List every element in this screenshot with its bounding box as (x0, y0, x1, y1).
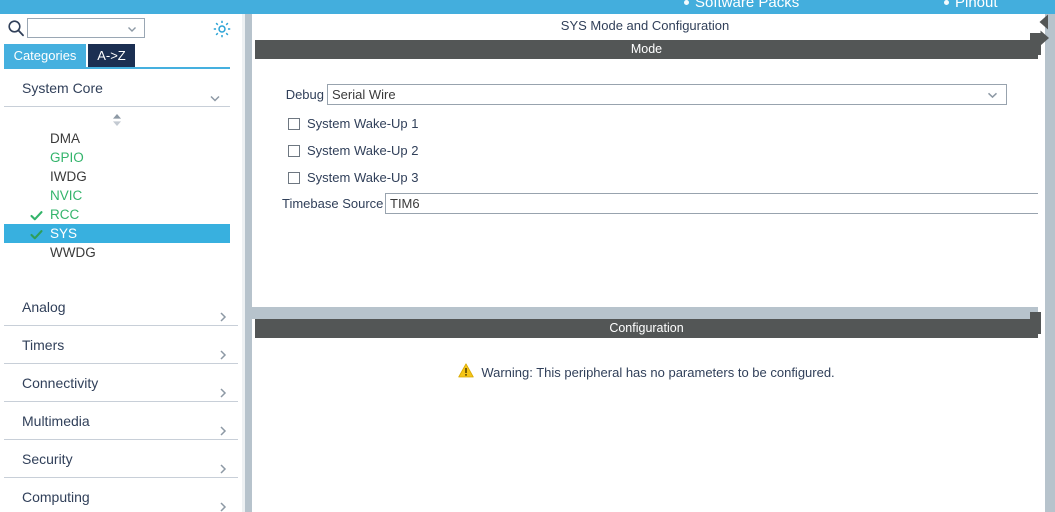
right-edge-strip (1038, 14, 1055, 512)
timebase-select[interactable]: TIM6 (385, 193, 1038, 214)
checkbox-box-icon[interactable] (288, 171, 300, 184)
category-header-label: System Core (22, 80, 103, 96)
checkbox-system-wake-up-2[interactable]: System Wake-Up 2 (288, 143, 419, 158)
search-row (0, 14, 242, 43)
chevron-down-icon (208, 81, 222, 102)
top-menu-item-label: Pinout (955, 0, 998, 11)
configuration-section-body: Warning: This peripheral has no paramete… (255, 338, 1038, 512)
sidebar: Categories A->Z System Core DMA GPIO IWD… (0, 14, 243, 512)
top-menu-item-software-packs[interactable]: Software Packs (684, 0, 799, 11)
chevron-right-icon (216, 376, 230, 398)
category-header-label: Computing (22, 489, 90, 505)
bullet-dot-icon (944, 0, 949, 5)
category-header-timers[interactable]: Timers (4, 326, 238, 364)
category-header-connectivity[interactable]: Connectivity (4, 364, 238, 402)
category-header-analog[interactable]: Analog (4, 288, 238, 326)
sidebar-divider[interactable] (242, 14, 252, 512)
peripheral-label: GPIO (50, 150, 84, 165)
checkbox-label: System Wake-Up 3 (307, 170, 419, 185)
warning-text: Warning: This peripheral has no paramete… (481, 364, 835, 380)
category-header-multimedia[interactable]: Multimedia (4, 402, 238, 440)
peripheral-list: DMA GPIO IWDG NVIC RCC SYS WWDG (4, 107, 230, 288)
up-down-spinner-icon[interactable] (4, 111, 230, 129)
category-header-label: Multimedia (22, 413, 90, 429)
search-icon[interactable] (7, 19, 25, 37)
chevron-right-icon (216, 452, 230, 474)
right-edge-marker-mid (1030, 312, 1041, 334)
checkbox-label: System Wake-Up 1 (307, 116, 419, 131)
debug-select-value: Serial Wire (332, 87, 396, 102)
category-header-label: Timers (22, 337, 65, 353)
checkbox-box-icon[interactable] (288, 117, 300, 130)
checkmark-icon (30, 208, 43, 221)
checkbox-label: System Wake-Up 2 (307, 143, 419, 158)
sidebar-tabs: Categories A->Z (0, 44, 242, 69)
warning-triangle-icon (458, 363, 475, 381)
debug-select[interactable]: Serial Wire (327, 84, 1007, 105)
peripheral-item-sys[interactable]: SYS (4, 224, 230, 243)
chevron-right-icon (216, 490, 230, 512)
panel-gap (252, 307, 1038, 319)
category-header-label: Connectivity (22, 375, 99, 391)
chevron-down-icon (986, 88, 999, 101)
warning-message: Warning: This peripheral has no paramete… (255, 363, 1038, 381)
category-header-system-core[interactable]: System Core (4, 69, 230, 107)
peripheral-label: SYS (50, 226, 78, 241)
sidebar-divider-inner (242, 14, 245, 512)
gear-icon[interactable] (212, 19, 233, 40)
checkmark-icon (30, 227, 43, 240)
section-header-mode: Mode (255, 40, 1038, 59)
category-header-label: Security (22, 451, 73, 467)
checkbox-box-icon[interactable] (288, 144, 300, 157)
debug-label: Debug (285, 87, 324, 102)
category-header-label: Analog (22, 299, 66, 315)
chevron-right-icon (216, 300, 230, 322)
triangle-right-icon[interactable] (1040, 30, 1050, 46)
timebase-label: Timebase Source (282, 196, 384, 211)
category-group-system-core: System Core DMA GPIO IWDG NVIC RCC SYS W… (4, 69, 230, 288)
timebase-select-value: TIM6 (390, 196, 420, 211)
tab-a-to-z[interactable]: A->Z (88, 44, 135, 67)
right-edge-inner (1038, 14, 1045, 512)
peripheral-label: NVIC (50, 188, 83, 203)
peripheral-item-iwdg[interactable]: IWDG (4, 167, 230, 186)
categories-list: System Core DMA GPIO IWDG NVIC RCC SYS W… (4, 69, 238, 512)
page-title: SYS Mode and Configuration (252, 14, 1038, 38)
category-header-computing[interactable]: Computing (4, 478, 238, 512)
debug-field-row: Debug Serial Wire (282, 84, 1007, 105)
peripheral-label: RCC (50, 207, 80, 222)
peripheral-item-gpio[interactable]: GPIO (4, 148, 230, 167)
main-panel: SYS Mode and Configuration Mode Debug Se… (252, 14, 1038, 512)
peripheral-item-nvic[interactable]: NVIC (4, 186, 230, 205)
section-header-configuration: Configuration (255, 319, 1038, 338)
peripheral-item-dma[interactable]: DMA (4, 129, 230, 148)
peripheral-label: WWDG (50, 245, 96, 260)
top-menu-item-pinout[interactable]: Pinout (944, 0, 998, 11)
timebase-field-row: Timebase Source TIM6 (282, 193, 1038, 214)
triangle-left-icon[interactable] (1039, 14, 1049, 30)
chevron-right-icon (216, 338, 230, 360)
peripheral-label: IWDG (50, 169, 87, 184)
category-header-security[interactable]: Security (4, 440, 238, 478)
chevron-right-icon (216, 414, 230, 436)
peripheral-item-rcc[interactable]: RCC (4, 205, 230, 224)
tab-categories[interactable]: Categories (4, 44, 86, 67)
peripheral-item-wwdg[interactable]: WWDG (4, 243, 230, 262)
checkbox-system-wake-up-3[interactable]: System Wake-Up 3 (288, 170, 419, 185)
top-menu-item-label: Software Packs (695, 0, 800, 11)
top-menu-bar: Software Packs Pinout (0, 0, 1055, 14)
peripheral-label: DMA (50, 131, 80, 146)
search-input[interactable] (27, 18, 145, 38)
checkbox-system-wake-up-1[interactable]: System Wake-Up 1 (288, 116, 419, 131)
mode-section-body: Debug Serial Wire System Wake-Up 1 Syste… (255, 59, 1038, 307)
bullet-dot-icon (684, 0, 689, 5)
